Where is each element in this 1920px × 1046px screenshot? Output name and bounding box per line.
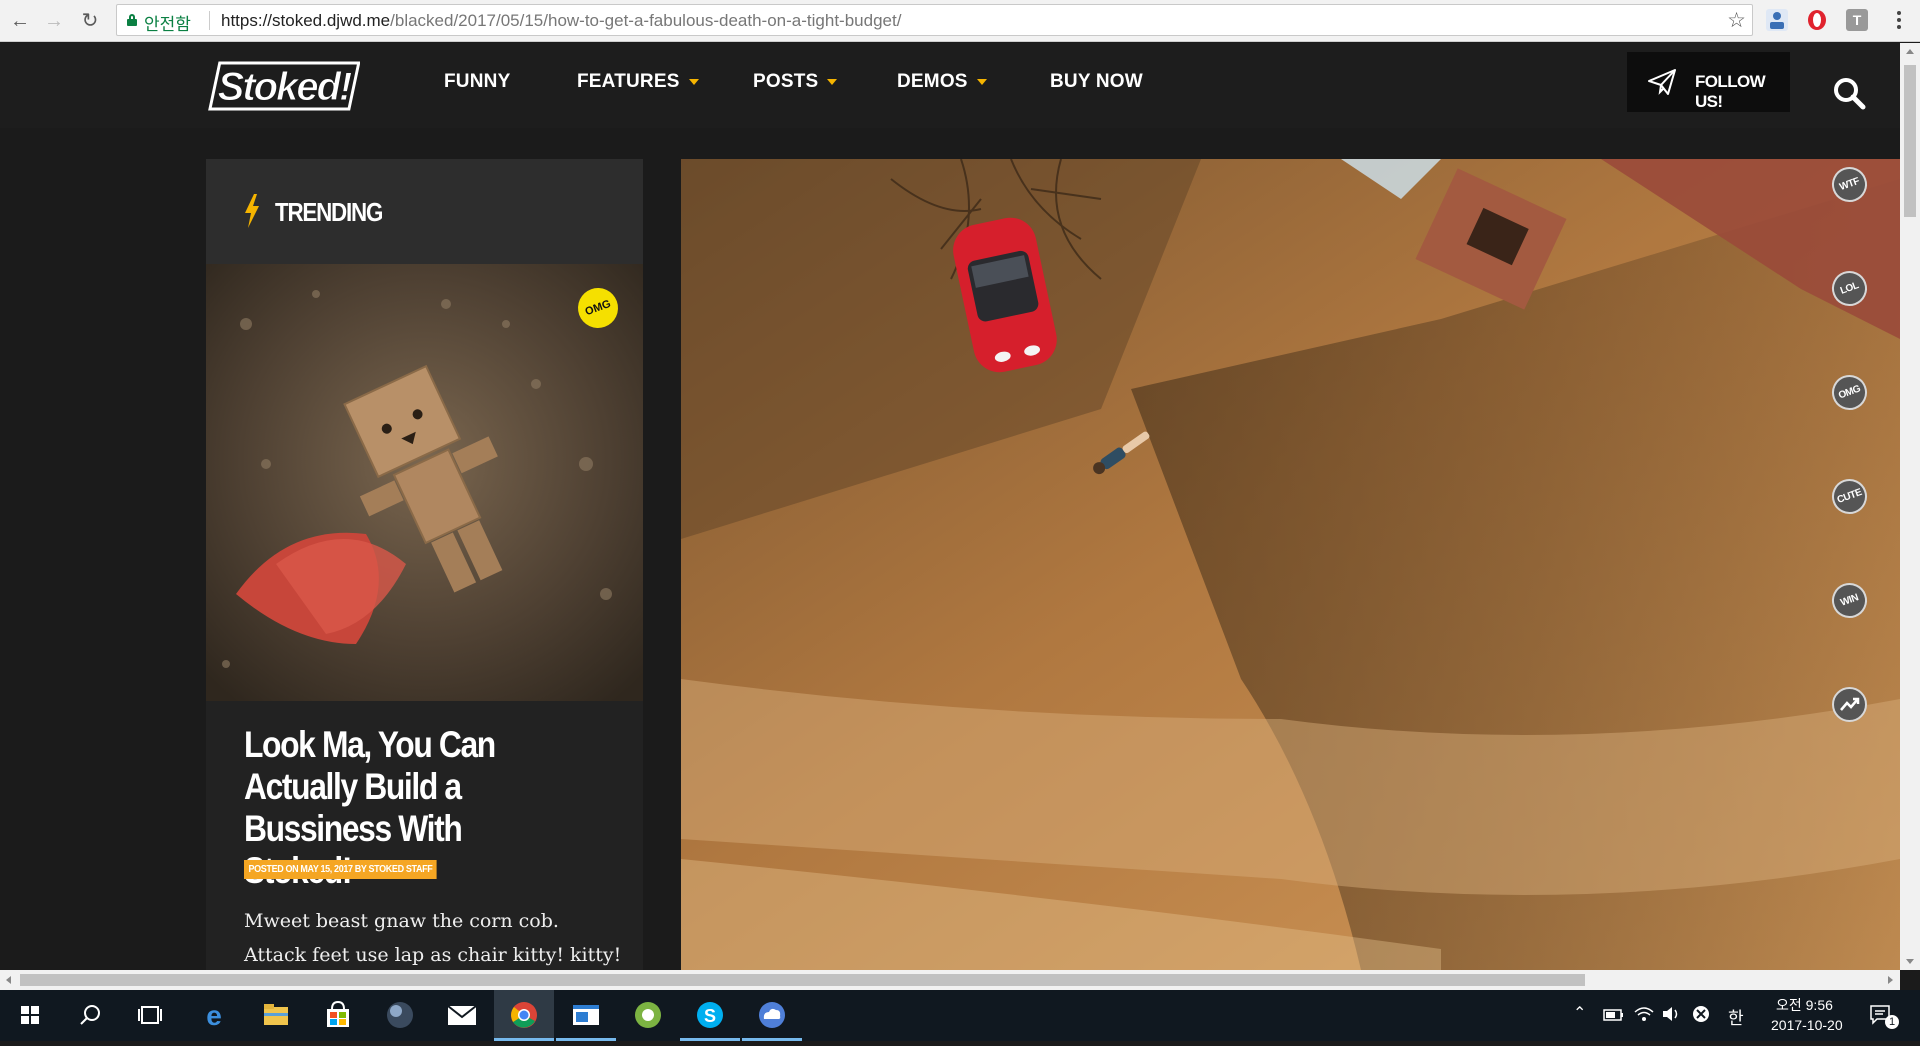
nav-buy-now-label: BUY NOW (1050, 71, 1143, 92)
task-view-icon (138, 1006, 162, 1024)
browser-menu-icon[interactable] (1892, 8, 1906, 32)
address-divider (209, 11, 210, 30)
lock-icon (127, 14, 137, 26)
nav-posts-label: POSTS (753, 71, 819, 92)
taskbar-store[interactable] (308, 990, 368, 1041)
featured-hero-image[interactable] (681, 159, 1900, 970)
ime-indicator[interactable]: 한 (1728, 1004, 1744, 1029)
paper-plane-icon (1648, 69, 1676, 95)
orb-app-icon (387, 1002, 413, 1028)
taskbar-window-app[interactable] (556, 990, 616, 1041)
chevron-down-icon (976, 78, 987, 85)
danbo-photo (206, 264, 643, 701)
chrome-icon (511, 1002, 537, 1028)
task-view-button[interactable] (120, 990, 180, 1041)
taskbar-edge[interactable]: e (184, 990, 244, 1041)
trending-panel: TRENDING OMG Look Ma, You Can Actually B… (206, 159, 643, 970)
taskbar-mail[interactable] (432, 990, 492, 1041)
url-host: https://stoked.djwd.me (221, 11, 391, 30)
back-arrow-icon[interactable]: ← (8, 9, 32, 33)
opera-extension-icon[interactable] (1806, 9, 1828, 31)
lightning-bolt-icon (245, 194, 259, 228)
extension-t-icon[interactable]: T (1846, 9, 1868, 31)
reload-icon[interactable]: ↻ (78, 9, 102, 33)
folder-icon (264, 1004, 288, 1025)
nav-buy-now[interactable]: BUY NOW (1050, 71, 1143, 93)
edge-browser-icon: e (206, 1000, 222, 1031)
nav-funny[interactable]: FUNNY (444, 71, 510, 93)
clock-time[interactable]: 오전 9:56 (1776, 995, 1833, 1015)
extension-user-icon[interactable] (1766, 9, 1788, 31)
start-button[interactable] (0, 990, 60, 1041)
chevron-up-icon[interactable]: ⌃ (1573, 1003, 1586, 1023)
nav-funny-label: FUNNY (444, 71, 511, 92)
excerpt-line: Attack feet use lap as chair kitty! kitt… (244, 944, 622, 966)
url-text[interactable]: https://stoked.djwd.me/blacked/2017/05/1… (221, 11, 901, 31)
taskbar-app-orb[interactable] (370, 990, 430, 1041)
excerpt-line: Mweet beast gnaw the corn cob. (244, 910, 559, 932)
chevron-down-icon (688, 78, 699, 85)
scroll-right-arrow-icon[interactable] (1888, 976, 1893, 984)
nav-features[interactable]: FEATURES (577, 71, 699, 93)
svg-text:Stoked!: Stoked! (218, 65, 352, 109)
trending-header: TRENDING (206, 159, 643, 264)
nav-demos-label: DEMOS (897, 71, 968, 92)
search-icon[interactable] (1832, 76, 1866, 110)
horizontal-scrollbar[interactable] (0, 970, 1900, 990)
scroll-up-arrow-icon[interactable] (1906, 49, 1914, 54)
nav-posts[interactable]: POSTS (753, 71, 838, 93)
trending-post-image[interactable]: OMG (206, 264, 643, 701)
nav-features-label: FEATURES (577, 71, 680, 92)
aerial-photo (681, 159, 1900, 970)
follow-us-button[interactable]: FOLLOW US! (1627, 52, 1790, 112)
forward-arrow-icon[interactable]: → (42, 9, 66, 33)
wifi-icon[interactable] (1633, 1004, 1655, 1024)
clock-date[interactable]: 2017-10-20 (1771, 1017, 1843, 1033)
scroll-down-arrow-icon[interactable] (1906, 959, 1914, 964)
site-logo[interactable]: Stoked! (207, 57, 360, 113)
taskbar-search-button[interactable] (60, 990, 120, 1041)
network-error-icon[interactable] (1692, 1005, 1710, 1023)
store-bag-icon (327, 1000, 349, 1027)
taskbar-cloud-app[interactable] (742, 990, 802, 1041)
mail-icon (447, 1005, 477, 1025)
trending-arrow-icon (1840, 697, 1860, 711)
post-meta-badge: POSTED ON MAY 15, 2017 BY STOKED STAFF (244, 860, 437, 879)
reaction-trending-button[interactable] (1832, 687, 1867, 722)
url-path: /blacked/2017/05/15/how-to-get-a-fabulou… (390, 11, 902, 30)
taskbar-skype[interactable]: S (680, 990, 740, 1041)
android-studio-icon (635, 1002, 661, 1028)
windows-logo-icon (21, 1006, 39, 1024)
windows-taskbar: e S ⌃ 한 오전 9:56 2017-10-20 1 (0, 990, 1920, 1041)
chevron-down-icon (827, 78, 838, 85)
window-app-icon (573, 1005, 599, 1025)
taskbar-file-explorer[interactable] (246, 990, 306, 1041)
trending-heading: TRENDING (275, 197, 383, 227)
skype-icon: S (697, 1002, 723, 1028)
site-header: Stoked! FUNNY FEATURES POSTS DEMOS BUY N… (0, 43, 1900, 128)
horizontal-scroll-thumb[interactable] (20, 974, 1585, 986)
svg-text:S: S (704, 1006, 716, 1026)
battery-icon[interactable] (1603, 1007, 1625, 1023)
search-icon (80, 1005, 100, 1025)
svg-text:e: e (206, 1000, 222, 1031)
scroll-left-arrow-icon[interactable] (6, 976, 11, 984)
taskbar-android-studio[interactable] (618, 990, 678, 1041)
follow-us-label: FOLLOW US! (1695, 72, 1766, 111)
notification-count-badge: 1 (1885, 1015, 1899, 1029)
post-excerpt: Mweet beast gnaw the corn cob. Attack fe… (244, 904, 624, 972)
cloud-upload-icon (759, 1002, 785, 1028)
nav-demos[interactable]: DEMOS (897, 71, 987, 93)
taskbar-chrome[interactable] (494, 990, 554, 1041)
bookmark-star-icon[interactable]: ☆ (1727, 8, 1746, 33)
vertical-scroll-thumb[interactable] (1904, 65, 1916, 217)
security-label: 안전함 (144, 15, 191, 34)
vertical-scrollbar[interactable] (1900, 43, 1920, 970)
volume-icon[interactable] (1661, 1004, 1683, 1024)
address-bar[interactable]: 안전함 https://stoked.djwd.me/blacked/2017/… (116, 4, 1753, 36)
browser-toolbar: ← → ↻ 안전함 https://stoked.djwd.me/blacked… (0, 0, 1920, 42)
